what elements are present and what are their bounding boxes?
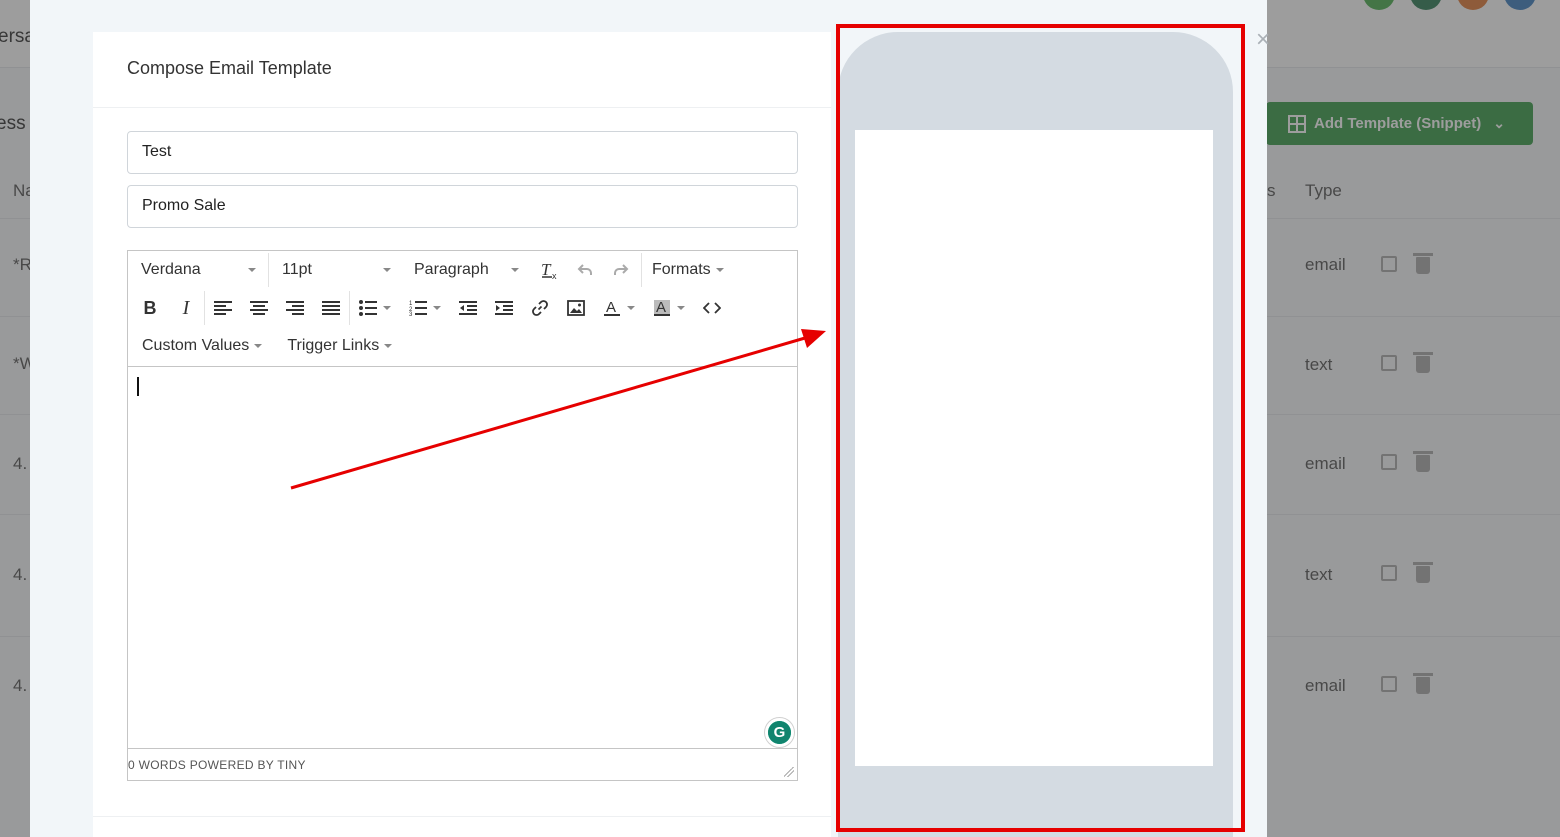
clear-formatting-icon: Tx [541,260,557,280]
caret-down-icon [383,268,391,272]
custom-values-label: Custom Values [142,337,250,354]
code-icon [703,302,721,314]
custom-values-menu[interactable]: Custom Values [142,337,263,355]
grammarly-icon: G [768,721,791,744]
indent-button[interactable] [486,291,522,325]
toolbar-separator [641,253,642,287]
subject-input[interactable]: Promo Sale [127,185,798,228]
panel-divider [93,816,831,817]
template-name-input[interactable]: Test [127,131,798,174]
caret-down-icon [383,306,391,310]
editor-content-area[interactable]: G [128,367,797,749]
trigger-links-label: Trigger Links [287,337,380,354]
font-size-select[interactable]: 11pt [269,251,403,289]
word-count-status: 0 WORDS POWERED BY TINY [128,758,306,772]
insert-link-button[interactable] [522,291,558,325]
caret-down-icon [627,306,635,310]
svg-text:3: 3 [409,312,413,316]
align-justify-icon [322,301,340,315]
bullet-list-icon [359,300,377,316]
rich-text-editor: Verdana 11pt Paragraph Tx Formats B I 1 … [127,250,798,781]
link-icon [532,300,548,316]
align-justify-button[interactable] [313,291,349,325]
compose-panel: Compose Email Template Test Promo Sale V… [93,32,831,837]
caret-down-icon [715,268,724,272]
block-format-value: Paragraph [414,261,489,278]
outdent-icon [459,301,477,315]
svg-text:T: T [541,260,552,279]
resize-handle-icon[interactable] [784,767,794,777]
trigger-links-menu[interactable]: Trigger Links [287,337,393,355]
font-family-value: Verdana [141,261,201,278]
formats-menu-label: Formats [652,261,711,278]
svg-text:x: x [552,271,557,280]
caret-down-icon [384,344,393,348]
bullet-list-button[interactable] [350,291,400,325]
outdent-button[interactable] [450,291,486,325]
svg-text:A: A [656,299,666,316]
modal-title: Compose Email Template [93,32,831,108]
undo-icon [577,264,592,275]
grammarly-button[interactable]: G [765,718,794,747]
insert-image-button[interactable] [558,291,594,325]
caret-down-icon [248,268,256,272]
text-color-icon: A [604,299,620,316]
font-size-value: 11pt [282,261,312,278]
align-left-icon [214,301,232,315]
italic-icon: I [182,296,190,319]
undo-button[interactable] [567,253,603,287]
bold-button[interactable]: B [132,291,168,325]
bold-icon: B [143,297,157,318]
caret-down-icon [511,268,519,272]
source-code-button[interactable] [694,291,730,325]
numbered-list-button[interactable]: 123 [400,291,450,325]
caret-down-icon [677,306,685,310]
font-family-select[interactable]: Verdana [128,251,268,289]
annotation-highlight-box [836,24,1245,832]
image-icon [567,300,585,316]
text-cursor [137,377,139,396]
align-left-button[interactable] [205,291,241,325]
italic-button[interactable]: I [168,291,204,325]
indent-icon [495,301,513,315]
caret-down-icon [254,344,263,348]
align-right-button[interactable] [277,291,313,325]
numbered-list-icon: 123 [409,301,427,316]
caret-down-icon [433,306,441,310]
editor-statusbar: 0 WORDS POWERED BY TINY [128,748,797,780]
svg-text:A: A [606,299,616,316]
redo-button[interactable] [603,253,639,287]
block-format-select[interactable]: Paragraph [403,251,531,289]
close-icon[interactable]: × [1256,28,1270,52]
align-right-icon [286,301,304,315]
editor-toolbar: Verdana 11pt Paragraph Tx Formats B I 1 … [128,251,797,367]
formats-menu[interactable]: Formats [652,261,724,279]
align-center-button[interactable] [241,291,277,325]
text-color-button[interactable]: A [594,291,644,325]
background-color-icon: A [654,299,670,316]
background-color-button[interactable]: A [644,291,694,325]
clear-formatting-button[interactable]: Tx [531,253,567,287]
redo-icon [614,264,629,275]
align-center-icon [250,301,268,315]
